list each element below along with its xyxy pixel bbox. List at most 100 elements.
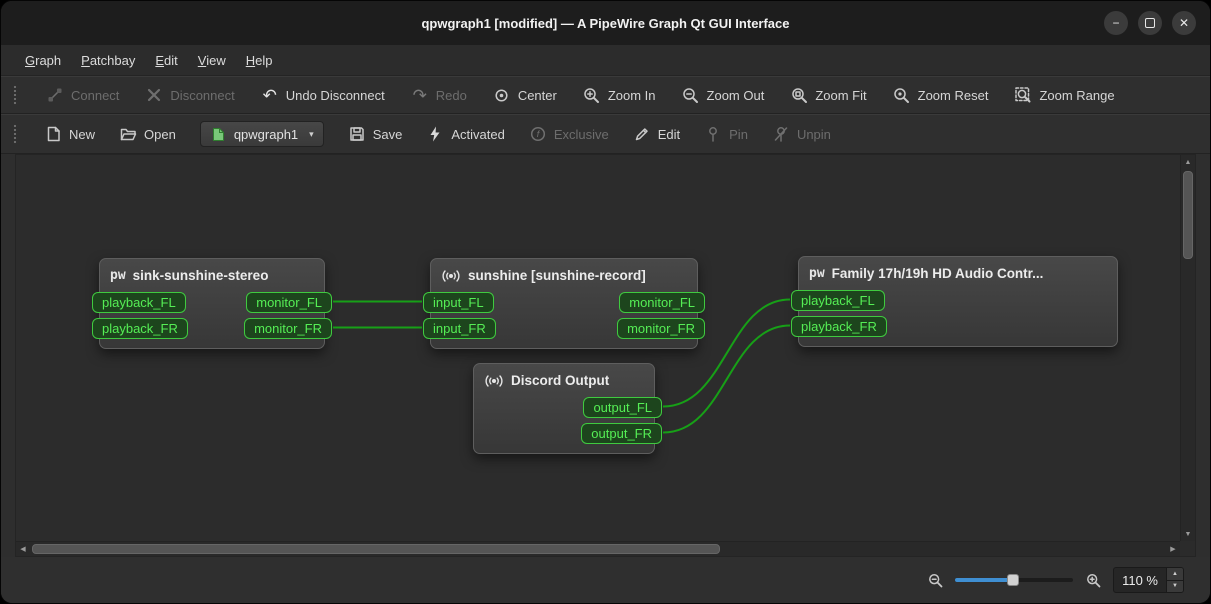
port-playback_FR[interactable]: playback_FR — [92, 318, 188, 339]
svg-text:f: f — [537, 129, 541, 139]
zoom-range-button[interactable]: Zoom Range — [1014, 86, 1115, 104]
redo-icon: ↷ — [412, 85, 427, 105]
pipewire-icon: pw — [110, 268, 126, 283]
zoom-slider-fill — [955, 578, 1014, 582]
vertical-scrollbar[interactable]: ▲ ▼ — [1180, 155, 1195, 541]
connect-icon — [46, 86, 64, 104]
broadcast-icon — [484, 374, 504, 388]
zoom-range-icon — [1014, 86, 1032, 104]
disconnect-button[interactable]: Disconnect — [145, 86, 235, 104]
spin-down-button[interactable]: ▼ — [1167, 580, 1183, 592]
zoom-out-button[interactable]: Zoom Out — [682, 86, 764, 104]
port-playback_FL[interactable]: playback_FL — [92, 292, 186, 313]
node-ports: playback_FL playback_FR — [791, 290, 1117, 337]
close-button[interactable]: ✕ — [1172, 11, 1196, 35]
zoom-fit-button[interactable]: Zoom Fit — [790, 86, 867, 104]
node-header: sunshine [sunshine-record] — [431, 265, 697, 292]
unpin-button[interactable]: Unpin — [772, 125, 831, 143]
open-button[interactable]: Open — [119, 125, 176, 143]
port-input_FR[interactable]: input_FR — [423, 318, 496, 339]
undo-disconnect-button[interactable]: ↶ Undo Disconnect — [261, 86, 385, 104]
zoom-out-small-icon[interactable] — [926, 571, 944, 589]
spin-up-button[interactable]: ▲ — [1167, 568, 1183, 581]
toolbar-main: Connect Disconnect ↶ Undo Disconnect ↷ R… — [1, 76, 1210, 114]
menu-graph[interactable]: Graph — [15, 45, 71, 75]
save-button[interactable]: Save — [348, 125, 402, 143]
node-title: sink-sunshine-stereo — [132, 268, 269, 283]
port-output_FL[interactable]: output_FL — [583, 397, 662, 418]
center-button[interactable]: Center — [493, 86, 557, 104]
port-monitor_FL[interactable]: monitor_FL — [246, 292, 332, 313]
toolbar-drag-handle[interactable] — [13, 124, 18, 144]
node-family-hd-audio[interactable]: pw Family 17h/19h HD Audio Contr... play… — [791, 256, 1118, 347]
maximize-icon — [1145, 18, 1155, 28]
graph-canvas-frame: pw sink-sunshine-stereo playback_FL moni… — [15, 154, 1196, 557]
menu-edit[interactable]: Edit — [145, 45, 187, 75]
zoom-slider[interactable] — [955, 572, 1074, 588]
pipewire-icon: pw — [809, 266, 825, 281]
port-monitor_FR[interactable]: monitor_FR — [617, 318, 705, 339]
maximize-button[interactable] — [1138, 11, 1162, 35]
statusbar: 110 % ▲ ▼ — [1, 557, 1210, 603]
port-input_FL[interactable]: input_FL — [423, 292, 494, 313]
zoom-in-small-icon[interactable] — [1084, 571, 1102, 589]
titlebar[interactable]: qpwgraph1 [modified] — A PipeWire Graph … — [1, 1, 1210, 45]
menu-patchbay[interactable]: Patchbay — [71, 45, 145, 75]
scrollbar-corner — [1180, 541, 1195, 556]
patchbay-file-combo[interactable]: qpwgraph1 ▾ — [199, 121, 324, 147]
zoom-in-button[interactable]: Zoom In — [583, 86, 656, 104]
graph-canvas[interactable]: pw sink-sunshine-stereo playback_FL moni… — [16, 155, 1180, 541]
zoom-out-icon — [682, 86, 700, 104]
zoom-slider-handle[interactable] — [1007, 574, 1020, 586]
spin-buttons: ▲ ▼ — [1166, 568, 1183, 592]
port-playback_FL[interactable]: playback_FL — [791, 290, 885, 311]
patchbay-file-name: qpwgraph1 — [233, 126, 299, 142]
disconnect-icon — [145, 86, 163, 104]
node-discord-output[interactable]: Discord Output output_FL output_FR — [473, 363, 662, 454]
toolbar-drag-handle[interactable] — [13, 85, 18, 105]
save-icon — [348, 125, 366, 143]
chevron-down-icon: ▾ — [309, 128, 314, 139]
connect-button[interactable]: Connect — [46, 86, 119, 104]
port-monitor_FL[interactable]: monitor_FL — [619, 292, 705, 313]
node-ports: output_FL output_FR — [474, 397, 662, 444]
vertical-scroll-thumb[interactable] — [1183, 171, 1193, 259]
node-header: pw Family 17h/19h HD Audio Contr... — [799, 263, 1117, 290]
minimize-button[interactable]: − — [1104, 11, 1128, 35]
new-button[interactable]: New — [44, 125, 95, 143]
port-output_FR[interactable]: output_FR — [581, 423, 662, 444]
window-controls: − ✕ — [1104, 1, 1196, 45]
node-title: sunshine [sunshine-record] — [468, 268, 646, 283]
zoom-fit-icon — [790, 86, 808, 104]
scroll-down-arrow[interactable]: ▼ — [1181, 527, 1195, 541]
redo-button[interactable]: ↷ Redo — [411, 86, 467, 104]
menu-view[interactable]: View — [188, 45, 236, 75]
port-monitor_FR[interactable]: monitor_FR — [244, 318, 332, 339]
menu-help[interactable]: Help — [236, 45, 283, 75]
node-header: pw sink-sunshine-stereo — [100, 265, 324, 292]
horizontal-scrollbar[interactable]: ◀ ▶ — [16, 541, 1180, 556]
exclusive-toggle[interactable]: f Exclusive — [529, 125, 609, 143]
node-sink-sunshine-stereo[interactable]: pw sink-sunshine-stereo playback_FL moni… — [92, 258, 332, 349]
horizontal-scroll-thumb[interactable] — [32, 544, 720, 554]
zoom-percent-spinbox[interactable]: 110 % ▲ ▼ — [1113, 567, 1184, 593]
scroll-right-arrow[interactable]: ▶ — [1166, 542, 1180, 556]
node-header: Discord Output — [474, 370, 654, 397]
zoom-reset-button[interactable]: Zoom Reset — [893, 86, 988, 104]
node-title: Discord Output — [511, 373, 610, 388]
patchbay-file-icon — [210, 125, 228, 143]
edit-button[interactable]: Edit — [633, 125, 680, 143]
scroll-up-arrow[interactable]: ▲ — [1181, 155, 1195, 169]
pin-button[interactable]: Pin — [704, 125, 748, 143]
scroll-left-arrow[interactable]: ◀ — [16, 542, 30, 556]
port-playback_FR[interactable]: playback_FR — [791, 316, 887, 337]
window-title: qpwgraph1 [modified] — A PipeWire Graph … — [421, 15, 790, 31]
zoom-percent-value[interactable]: 110 % — [1114, 573, 1166, 588]
lightning-bolt-icon — [426, 125, 444, 143]
activated-toggle[interactable]: Activated — [426, 125, 505, 143]
pencil-icon — [633, 125, 651, 143]
node-title: Family 17h/19h HD Audio Contr... — [831, 266, 1044, 281]
app-window: qpwgraph1 [modified] — A PipeWire Graph … — [0, 0, 1211, 604]
node-sunshine[interactable]: sunshine [sunshine-record] input_FL moni… — [423, 258, 705, 349]
new-file-icon — [44, 125, 62, 143]
